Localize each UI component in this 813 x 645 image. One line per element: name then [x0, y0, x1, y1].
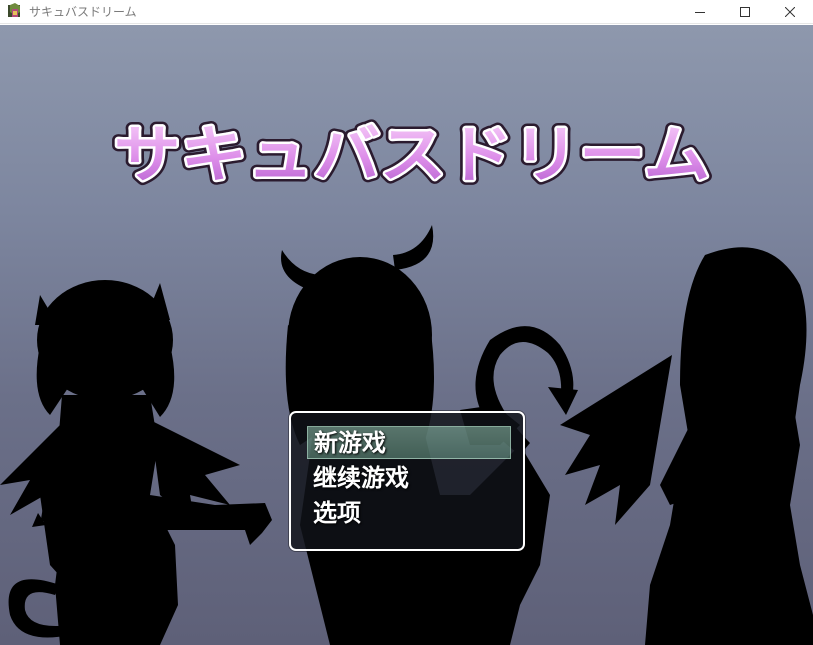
title-command-window: 新游戏 继续游戏 选项 [289, 411, 525, 551]
logo-text: サキュバスドリーム [114, 118, 710, 191]
menu-options[interactable]: 选项 [307, 497, 511, 530]
maximize-button[interactable] [722, 0, 768, 24]
minimize-icon [695, 12, 705, 13]
right-succubus-silhouette [560, 247, 813, 645]
minimize-button[interactable] [677, 0, 723, 24]
maximize-icon [740, 7, 750, 17]
close-button[interactable] [767, 0, 813, 24]
window-title: サキュバスドリーム [29, 5, 137, 19]
left-succubus-silhouette [0, 280, 272, 645]
game-logo: サキュバスドリーム サキュバスドリーム サキュバスドリーム [109, 113, 715, 196]
app-icon [8, 3, 20, 17]
menu-continue[interactable]: 继续游戏 [307, 462, 511, 495]
game-screen[interactable]: サキュバスドリーム サキュバスドリーム サキュバスドリーム 新游戏 继续游戏 选… [0, 25, 813, 645]
menu-new-game[interactable]: 新游戏 [307, 426, 511, 459]
close-icon [785, 7, 795, 17]
window-titlebar: サキュバスドリーム [0, 0, 813, 24]
